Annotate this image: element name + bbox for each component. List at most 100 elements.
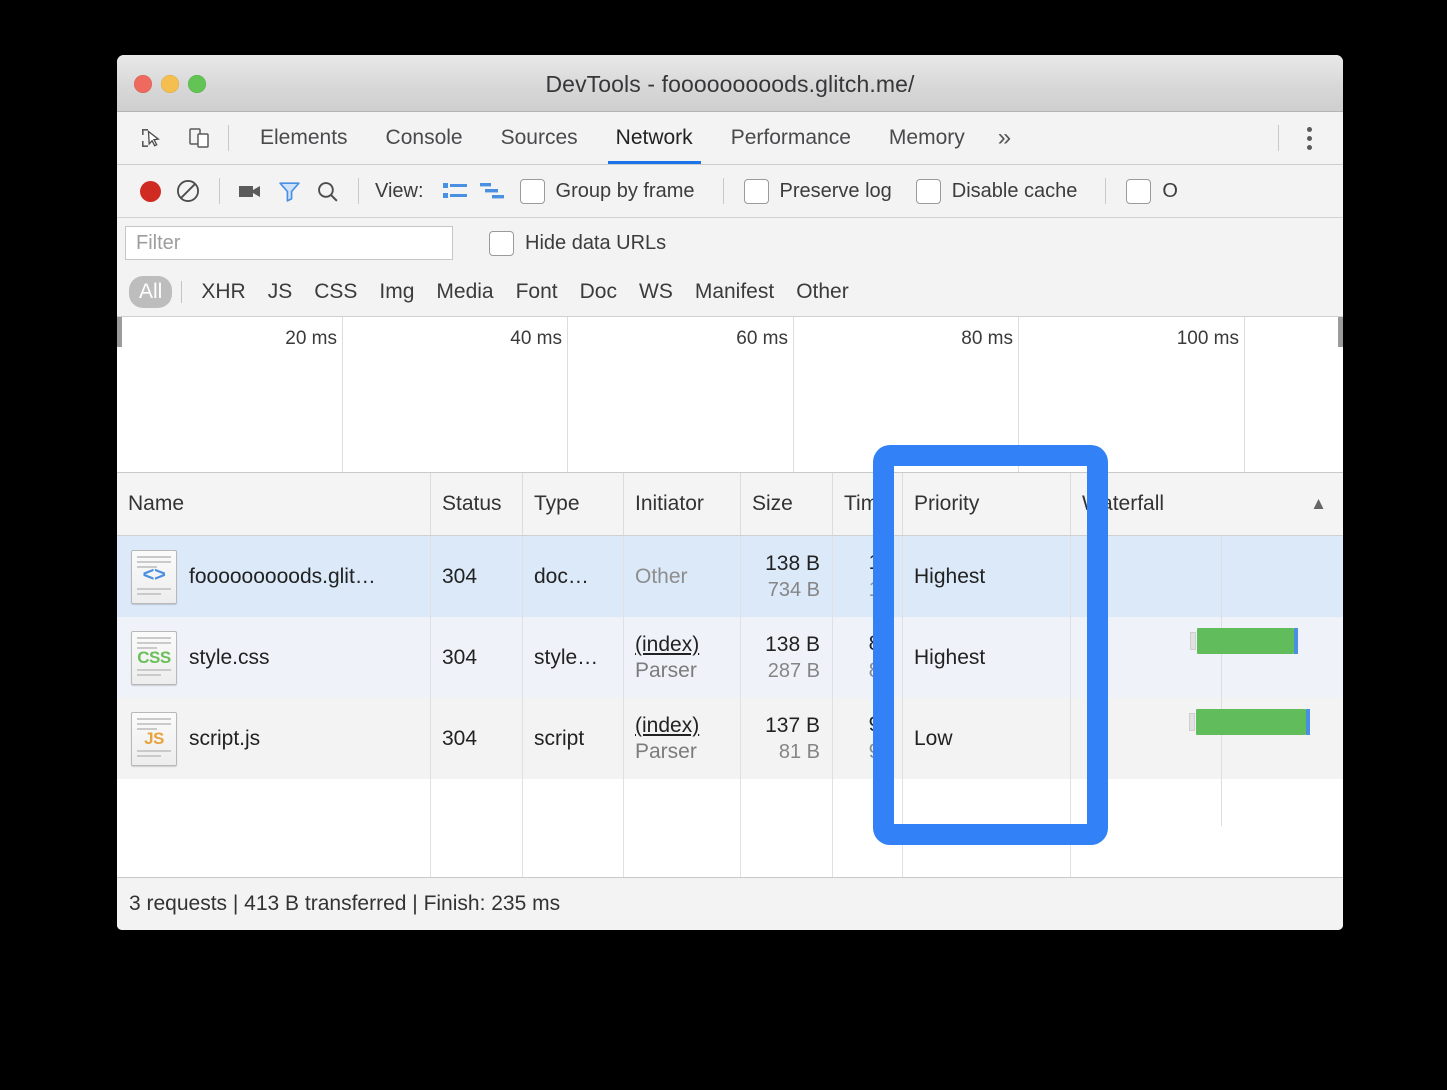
tab-performance-label: Performance (730, 126, 851, 149)
column-header-status[interactable]: Status (431, 473, 523, 535)
offline-checkbox[interactable]: O (1118, 178, 1186, 204)
cell-status: 304 (431, 617, 523, 698)
network-overview-timeline[interactable]: 20 ms 40 ms 60 ms 80 ms 100 ms (117, 317, 1343, 473)
list-view-icon[interactable] (436, 172, 474, 210)
tab-elements-label: Elements (260, 126, 348, 149)
screenshot-root: DevTools - fooooooooods.glitch.me/ Eleme… (0, 0, 1447, 1090)
cell-name-text: script.js (189, 726, 261, 750)
type-filter-media[interactable]: Media (426, 276, 503, 308)
overview-left-handle[interactable] (117, 317, 122, 347)
cell-initiator[interactable]: Other (624, 536, 741, 617)
cell-initiator[interactable]: (index) Parser (624, 698, 741, 779)
network-summary-text: 3 requests | 413 B transferred | Finish:… (129, 892, 561, 915)
type-filter-img[interactable]: Img (369, 276, 424, 308)
network-toolbar: View: Group by frame Preserve log Disabl… (117, 165, 1343, 218)
tab-console[interactable]: Console (367, 112, 482, 164)
group-by-frame-checkbox[interactable]: Group by frame (512, 178, 703, 204)
table-row[interactable]: CSS style.css 304 style… (index) Parser … (117, 617, 1343, 698)
offline-label: O (1162, 179, 1178, 202)
tab-network[interactable]: Network (597, 112, 712, 164)
preserve-log-checkbox[interactable]: Preserve log (736, 178, 900, 204)
column-header-size[interactable]: Size (741, 473, 833, 535)
cell-initiator[interactable]: (index) Parser (624, 617, 741, 698)
type-filter-doc[interactable]: Doc (570, 276, 627, 308)
type-filter-all[interactable]: All (129, 276, 173, 308)
column-header-waterfall[interactable]: Waterfall ▲ (1071, 473, 1343, 535)
waterfall-view-icon[interactable] (474, 172, 512, 210)
overview-tick-100ms: 100 ms (1176, 328, 1239, 349)
overview-tick-60ms: 60 ms (736, 328, 788, 349)
type-filter-css[interactable]: CSS (304, 276, 367, 308)
type-filter-font[interactable]: Font (506, 276, 568, 308)
view-label: View: (375, 179, 424, 202)
cell-type: script (523, 698, 624, 779)
tab-elements[interactable]: Elements (241, 112, 367, 164)
device-toolbar-icon[interactable] (182, 121, 216, 155)
overview-gridline (342, 317, 343, 472)
cell-size-sub: 81 B (778, 740, 820, 763)
overview-right-handle[interactable] (1338, 317, 1343, 347)
cell-time-value: 89 (868, 632, 892, 655)
column-header-initiator[interactable]: Initiator (624, 473, 741, 535)
tab-memory[interactable]: Memory (870, 112, 984, 164)
column-header-time[interactable]: Time (833, 473, 903, 535)
cell-name[interactable]: JS script.js (117, 698, 431, 779)
overview-gridline (793, 317, 794, 472)
cell-name-text: fooooooooods.glit… (189, 564, 376, 588)
cell-name[interactable]: CSS style.css (117, 617, 431, 698)
record-button-icon[interactable] (131, 172, 169, 210)
hide-data-urls-checkbox-box[interactable] (489, 230, 514, 256)
tab-performance[interactable]: Performance (712, 112, 870, 164)
overview-tick-20ms: 20 ms (285, 328, 337, 349)
sort-indicator-icon[interactable]: ▲ (1310, 494, 1327, 514)
column-header-type[interactable]: Type (523, 473, 624, 535)
panel-tabs: Elements Console Sources Network Perform… (241, 112, 1025, 164)
funnel-icon[interactable] (270, 172, 308, 210)
tab-console-label: Console (385, 126, 463, 149)
type-filter-js[interactable]: JS (258, 276, 303, 308)
camera-icon[interactable] (232, 172, 270, 210)
filter-input[interactable]: Filter (125, 226, 453, 260)
type-filter-manifest[interactable]: Manifest (685, 276, 784, 308)
cell-initiator-link[interactable]: (index) (635, 633, 699, 657)
type-filter-ws[interactable]: WS (629, 276, 683, 308)
cell-size-value: 138 B (765, 551, 820, 575)
hide-data-urls-checkbox[interactable]: Hide data URLs (481, 230, 674, 256)
cell-time-sub: 12 (868, 578, 892, 601)
disable-cache-checkbox[interactable]: Disable cache (908, 178, 1086, 204)
kebab-menu-icon[interactable] (1291, 118, 1327, 158)
cell-priority: Low (903, 698, 1071, 779)
empty-cell (833, 779, 903, 881)
overview-tick-40ms: 40 ms (510, 328, 562, 349)
cell-name[interactable]: <> fooooooooods.glit… (117, 536, 431, 617)
empty-cell (431, 779, 523, 881)
offline-checkbox-box[interactable] (1126, 178, 1152, 204)
inspect-element-icon[interactable] (134, 121, 168, 155)
cell-size-sub: 734 B (767, 578, 820, 601)
clear-icon[interactable] (169, 172, 207, 210)
table-row[interactable]: JS script.js 304 script (index) Parser 1… (117, 698, 1343, 779)
column-header-priority[interactable]: Priority (903, 473, 1071, 535)
tab-sources-label: Sources (500, 126, 578, 149)
css-file-icon: CSS (131, 630, 177, 685)
cell-priority: Highest (903, 536, 1071, 617)
cell-waterfall (1071, 698, 1343, 779)
cell-time-sub: 95 (868, 740, 892, 763)
tab-sources[interactable]: Sources (482, 112, 597, 164)
search-icon[interactable] (308, 172, 346, 210)
cell-size: 137 B 81 B (741, 698, 833, 779)
cell-size-value: 137 B (765, 713, 820, 737)
empty-cell (903, 779, 1071, 881)
preserve-log-checkbox-box[interactable] (743, 178, 769, 204)
column-header-name[interactable]: Name (117, 473, 431, 535)
cell-initiator-link[interactable]: (index) (635, 714, 699, 738)
type-filter-xhr[interactable]: XHR (191, 276, 255, 308)
more-tabs-icon[interactable]: » (984, 112, 1025, 164)
disable-cache-checkbox-box[interactable] (915, 178, 941, 204)
type-filter-other[interactable]: Other (786, 276, 859, 308)
network-toolbar-divider-2 (358, 178, 359, 204)
overview-tick-80ms: 80 ms (961, 328, 1013, 349)
table-row[interactable]: <> fooooooooods.glit… 304 doc… Other 138… (117, 536, 1343, 617)
cell-priority: Highest (903, 617, 1071, 698)
group-by-frame-checkbox-box[interactable] (519, 178, 545, 204)
